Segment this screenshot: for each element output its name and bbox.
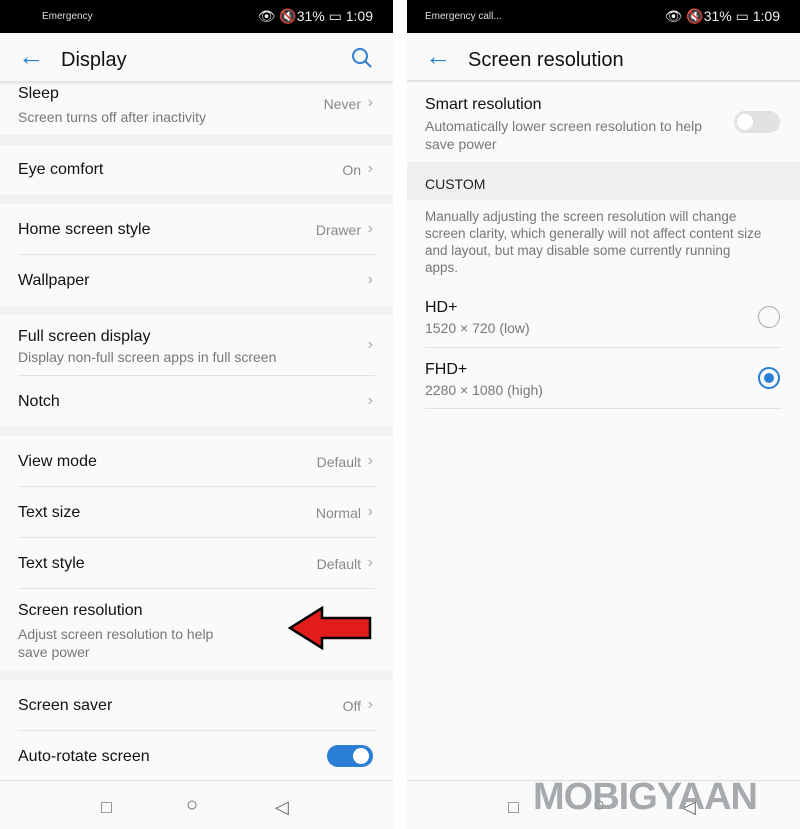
page-title: Screen resolution bbox=[468, 49, 624, 71]
battery-icon: ▭ bbox=[735, 8, 749, 24]
status-bar: Emergency 👁 🔇31% ▭ 1:09 bbox=[0, 0, 393, 33]
chevron-right-icon: › bbox=[367, 160, 373, 177]
app-bar: ← Screen resolution bbox=[407, 33, 800, 82]
option-hd-plus[interactable]: HD+ 1520 × 720 (low) bbox=[407, 286, 800, 348]
back-arrow-icon[interactable]: ← bbox=[18, 43, 44, 69]
watermark-logo: MOBIGYAAN bbox=[533, 776, 758, 818]
clock: 1:09 bbox=[345, 8, 373, 24]
setting-wallpaper[interactable]: Wallpaper › bbox=[0, 255, 393, 306]
carrier-text: Emergency call... bbox=[425, 11, 502, 22]
search-icon[interactable] bbox=[351, 47, 373, 69]
setting-eye-comfort[interactable]: Eye comfort On › bbox=[0, 145, 393, 195]
setting-auto-rotate[interactable]: Auto-rotate screen bbox=[0, 731, 393, 781]
setting-text-size[interactable]: Text size Normal › bbox=[0, 487, 393, 538]
smart-resolution-toggle[interactable] bbox=[734, 111, 780, 133]
recents-square-icon[interactable]: □ bbox=[508, 797, 519, 818]
back-arrow-icon[interactable]: ← bbox=[425, 43, 451, 69]
chevron-right-icon: › bbox=[367, 452, 373, 469]
app-bar: ← Display bbox=[0, 33, 393, 83]
hd-plus-radio[interactable] bbox=[758, 306, 780, 328]
description: Manually adjusting the screen resolution… bbox=[407, 200, 800, 286]
auto-rotate-toggle[interactable] bbox=[327, 745, 373, 767]
option-fhd-plus[interactable]: FHD+ 2280 × 1080 (high) bbox=[407, 348, 800, 409]
chevron-right-icon: › bbox=[367, 271, 373, 288]
carrier-text: Emergency bbox=[42, 11, 93, 22]
battery-percent: 31% bbox=[296, 8, 325, 24]
setting-view-mode[interactable]: View mode Default › bbox=[0, 436, 393, 487]
chevron-right-icon: › bbox=[367, 696, 373, 713]
setting-screen-saver[interactable]: Screen saver Off › bbox=[0, 680, 393, 731]
red-arrow-annotation-icon bbox=[288, 606, 372, 650]
chevron-right-icon: › bbox=[367, 336, 373, 353]
recents-square-icon[interactable]: □ bbox=[101, 797, 112, 818]
screen-resolution-screen: Emergency call... 👁 🔇31% ▭ 1:09 ← Screen… bbox=[407, 0, 800, 829]
section-header: CUSTOM bbox=[407, 162, 800, 200]
clock: 1:09 bbox=[752, 8, 780, 24]
chevron-right-icon: › bbox=[367, 503, 373, 520]
setting-text-style[interactable]: Text style Default › bbox=[0, 538, 393, 589]
battery-percent: 31% bbox=[703, 8, 732, 24]
mute-icon: 🔇 bbox=[279, 8, 297, 24]
display-settings-screen: Emergency 👁 🔇31% ▭ 1:09 ← Display Sleep … bbox=[0, 0, 393, 829]
chevron-right-icon: › bbox=[367, 392, 373, 409]
status-bar: Emergency call... 👁 🔇31% ▭ 1:09 bbox=[407, 0, 800, 33]
setting-full-screen-display[interactable]: Full screen display Display non-full scr… bbox=[0, 315, 393, 376]
page-title: Display bbox=[61, 49, 127, 71]
eye-icon: 👁 bbox=[664, 8, 683, 24]
setting-sleep[interactable]: Sleep Screen turns off after inactivity … bbox=[0, 85, 393, 135]
chevron-right-icon: › bbox=[367, 94, 373, 111]
setting-notch[interactable]: Notch › bbox=[0, 376, 393, 426]
navigation-bar: □ ○ ◁ bbox=[0, 780, 393, 829]
back-triangle-icon[interactable]: ◁ bbox=[275, 797, 289, 818]
chevron-right-icon: › bbox=[367, 554, 373, 571]
battery-icon: ▭ bbox=[328, 8, 342, 24]
eye-icon: 👁 bbox=[257, 8, 276, 24]
setting-home-screen-style[interactable]: Home screen style Drawer › bbox=[0, 204, 393, 255]
smart-resolution-row[interactable]: Smart resolution Automatically lower scr… bbox=[407, 84, 800, 162]
home-circle-icon[interactable]: ○ bbox=[186, 794, 198, 817]
chevron-right-icon: › bbox=[367, 220, 373, 237]
fhd-plus-radio[interactable] bbox=[758, 367, 780, 389]
mute-icon: 🔇 bbox=[686, 8, 704, 24]
